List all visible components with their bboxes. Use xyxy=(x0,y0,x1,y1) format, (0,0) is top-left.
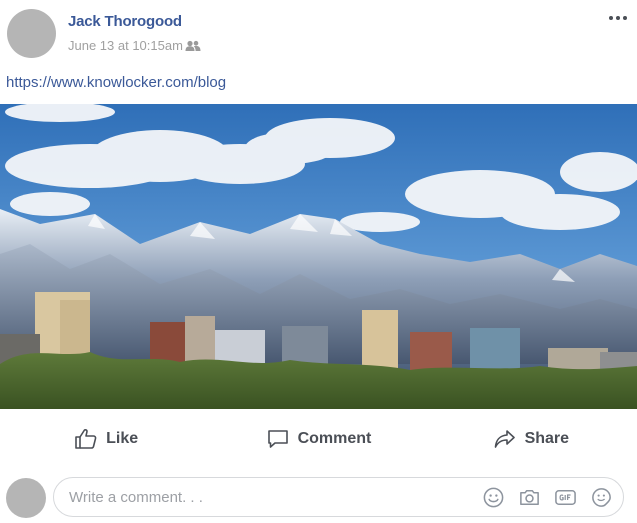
share-button[interactable]: Share xyxy=(425,410,637,468)
thumbs-up-icon xyxy=(75,429,97,449)
camera-icon[interactable] xyxy=(518,486,541,509)
comment-button[interactable]: Comment xyxy=(212,410,424,468)
share-icon xyxy=(494,430,515,448)
post-actions: Like Comment Share xyxy=(0,410,637,468)
author-name[interactable]: Jack Thorogood xyxy=(68,13,182,30)
comment-input[interactable] xyxy=(69,478,469,516)
emoji-icon[interactable] xyxy=(482,486,505,509)
city-mountain-photo xyxy=(0,104,637,409)
comment-box[interactable] xyxy=(53,477,624,517)
post-timestamp[interactable]: June 13 at 10:15am xyxy=(68,38,183,53)
post-meta: June 13 at 10:15am xyxy=(68,38,201,53)
post-image[interactable] xyxy=(0,104,637,409)
friends-icon xyxy=(185,40,201,52)
like-button[interactable]: Like xyxy=(0,410,212,468)
commenter-avatar xyxy=(6,478,46,518)
like-label: Like xyxy=(106,430,139,447)
more-horizontal-icon xyxy=(609,16,627,20)
author-avatar[interactable] xyxy=(7,9,56,58)
comment-icon xyxy=(267,430,288,448)
post-link[interactable]: https://www.knowlocker.com/blog xyxy=(6,74,226,91)
sticker-icon[interactable] xyxy=(590,486,613,509)
comment-composer xyxy=(0,472,637,523)
comment-tools xyxy=(482,486,613,509)
post-header: Jack Thorogood June 13 at 10:15am xyxy=(0,0,637,64)
more-options-button[interactable] xyxy=(607,10,629,26)
comment-label: Comment xyxy=(297,430,372,447)
share-label: Share xyxy=(524,430,570,447)
gif-icon[interactable] xyxy=(554,486,577,509)
